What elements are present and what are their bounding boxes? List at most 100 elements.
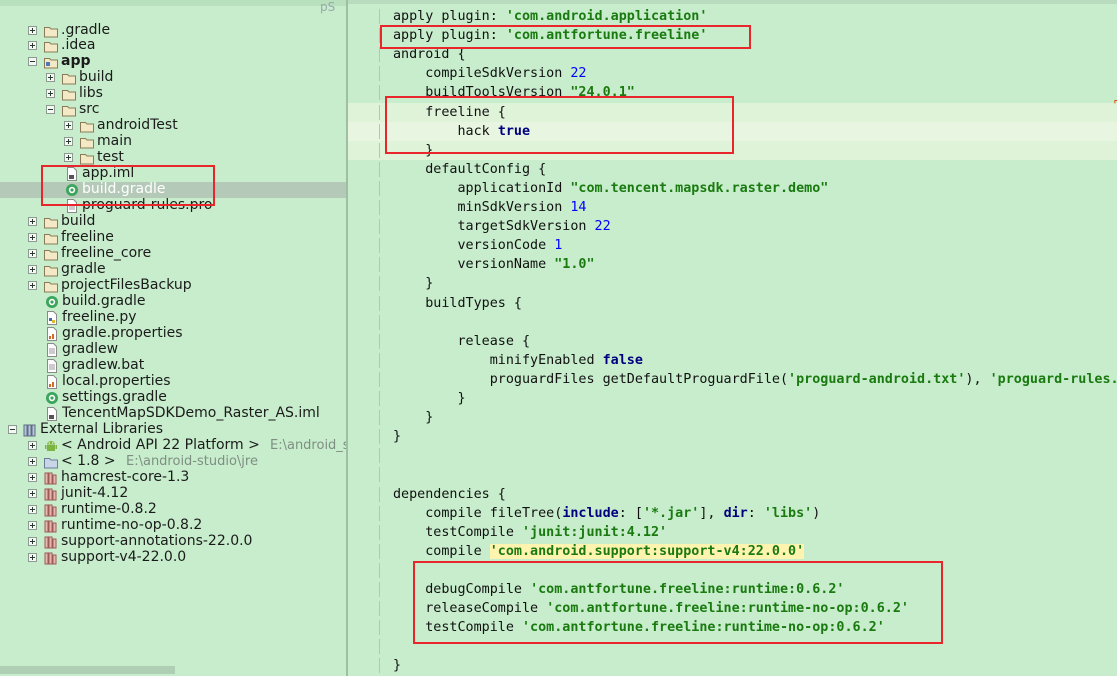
code-line[interactable]: } xyxy=(393,408,433,427)
tree-item[interactable]: build xyxy=(0,69,346,86)
gutter-fold-marker xyxy=(379,314,380,330)
tree-item[interactable]: junit-4.12 xyxy=(0,485,346,502)
tree-item[interactable]: gradlew.bat xyxy=(0,357,346,374)
expand-icon[interactable] xyxy=(28,249,37,258)
tree-item[interactable]: TencentMapSDKDemo_Raster_AS.iml xyxy=(0,405,346,422)
expand-icon[interactable] xyxy=(64,137,73,146)
python-file-icon xyxy=(44,310,60,326)
code-line[interactable]: freeline { xyxy=(393,103,506,122)
code-token: 'proguard-android.txt' xyxy=(788,371,966,387)
code-token: testCompile xyxy=(393,524,522,540)
tree-item[interactable]: support-annotations-22.0.0 xyxy=(0,533,346,550)
tree-item[interactable]: app.iml xyxy=(0,165,346,182)
code-line[interactable]: targetSdkVersion 22 xyxy=(393,217,610,236)
text-file-icon xyxy=(64,198,80,214)
code-line[interactable]: testCompile 'com.antfortune.freeline:run… xyxy=(393,618,885,637)
expand-icon[interactable] xyxy=(46,73,55,82)
tree-item[interactable]: settings.gradle xyxy=(0,389,346,406)
tree-item[interactable]: build xyxy=(0,213,346,230)
code-line[interactable]: debugCompile 'com.antfortune.freeline:ru… xyxy=(393,580,844,599)
tree-item[interactable]: .gradle xyxy=(0,22,346,39)
code-line[interactable]: } xyxy=(393,656,401,675)
tree-item[interactable]: main xyxy=(0,133,346,150)
code-line[interactable]: versionCode 1 xyxy=(393,236,562,255)
tree-item[interactable]: build.gradle xyxy=(0,293,346,310)
tree-item[interactable]: app xyxy=(0,53,346,70)
expand-icon[interactable] xyxy=(64,153,73,162)
code-token: versionName xyxy=(393,257,555,273)
expand-icon[interactable] xyxy=(28,537,37,546)
expand-icon[interactable] xyxy=(28,217,37,226)
tree-item[interactable]: freeline.py xyxy=(0,309,346,326)
tree-item[interactable]: local.properties xyxy=(0,373,346,390)
expand-icon[interactable] xyxy=(28,41,37,50)
code-editor[interactable]: apply plugin: 'com.android.application' a… xyxy=(348,0,1117,676)
code-line[interactable]: releaseCompile 'com.antfortune.freeline:… xyxy=(393,599,909,618)
expand-icon[interactable] xyxy=(28,473,37,482)
code-line[interactable]: android { xyxy=(393,45,466,64)
tree-item[interactable]: hamcrest-core-1.3 xyxy=(0,469,346,486)
expand-icon[interactable] xyxy=(46,89,55,98)
tree-item[interactable]: runtime-no-op-0.8.2 xyxy=(0,517,346,534)
code-line[interactable]: compile fileTree(include: ['*.jar'], dir… xyxy=(393,504,820,523)
collapse-icon[interactable] xyxy=(8,425,17,434)
code-line[interactable]: defaultConfig { xyxy=(393,160,546,179)
expand-icon[interactable] xyxy=(28,489,37,498)
expand-icon[interactable] xyxy=(64,121,73,130)
tree-item-label: main xyxy=(97,133,132,149)
expand-icon[interactable] xyxy=(28,441,37,450)
code-token: 'com.antfortune.freeline:runtime-no-op:0… xyxy=(546,601,909,617)
expand-icon[interactable] xyxy=(28,281,37,290)
code-line[interactable]: apply plugin: 'com.antfortune.freeline' xyxy=(393,26,707,45)
code-line[interactable]: versionName "1.0" xyxy=(393,255,594,274)
code-line[interactable]: apply plugin: 'com.android.application' xyxy=(393,7,707,26)
code-line[interactable]: minSdkVersion 14 xyxy=(393,198,586,217)
code-line[interactable]: } xyxy=(393,274,433,293)
code-line[interactable]: hack true xyxy=(393,122,530,141)
tree-item[interactable]: freeline_core xyxy=(0,245,346,262)
expand-icon[interactable] xyxy=(28,505,37,514)
code-line[interactable]: buildToolsVersion "24.0.1" xyxy=(393,83,635,102)
code-line[interactable]: applicationId "com.tencent.mapsdk.raster… xyxy=(393,179,828,198)
collapse-icon[interactable] xyxy=(28,57,37,66)
code-line[interactable]: } xyxy=(393,427,401,446)
tree-item[interactable]: build.gradle xyxy=(0,181,346,198)
expand-icon[interactable] xyxy=(28,26,37,35)
code-line[interactable]: buildTypes { xyxy=(393,294,522,313)
code-line[interactable]: testCompile 'junit:junit:4.12' xyxy=(393,523,667,542)
tree-item[interactable]: < Android API 22 Platform > E:\android_s xyxy=(0,437,346,454)
code-line[interactable]: dependencies { xyxy=(393,485,506,504)
tree-item[interactable]: External Libraries xyxy=(0,421,346,438)
tree-item[interactable]: gradle xyxy=(0,261,346,278)
tree-item[interactable]: test xyxy=(0,149,346,166)
tree-item[interactable]: androidTest xyxy=(0,117,346,134)
tree-item[interactable]: freeline xyxy=(0,229,346,246)
code-line[interactable]: } xyxy=(393,389,465,408)
tree-horizontal-scrollbar[interactable] xyxy=(0,666,175,674)
code-line[interactable]: compileSdkVersion 22 xyxy=(393,64,586,83)
tree-item[interactable]: runtime-0.8.2 xyxy=(0,501,346,518)
tree-item[interactable]: proguard-rules.pro xyxy=(0,197,346,214)
tree-item[interactable]: src xyxy=(0,101,346,118)
expand-icon[interactable] xyxy=(28,457,37,466)
tree-item[interactable]: libs xyxy=(0,85,346,102)
collapse-icon[interactable] xyxy=(46,105,55,114)
expand-icon[interactable] xyxy=(28,233,37,242)
tree-item[interactable]: < 1.8 > E:\android-studio\jre xyxy=(0,453,346,470)
tree-item[interactable]: .idea xyxy=(0,37,346,54)
tree-item[interactable]: support-v4-22.0.0 xyxy=(0,549,346,566)
tree-item[interactable]: gradle.properties xyxy=(0,325,346,342)
tree-item[interactable]: gradlew xyxy=(0,341,346,358)
code-line[interactable]: compile 'com.android.support:support-v4:… xyxy=(393,542,805,561)
project-tree-panel[interactable]: pS .gradle .idea app build libs src androidTes… xyxy=(0,0,346,676)
code-line[interactable]: release { xyxy=(393,332,530,351)
expand-icon[interactable] xyxy=(28,521,37,530)
code-line[interactable]: proguardFiles getDefaultProguardFile('pr… xyxy=(393,370,1117,389)
code-token: '*.jar' xyxy=(642,505,700,521)
expand-icon[interactable] xyxy=(28,553,37,562)
code-line[interactable]: minifyEnabled false xyxy=(393,351,643,370)
gutter-fold-marker xyxy=(379,104,380,120)
expand-icon[interactable] xyxy=(28,265,37,274)
tree-item[interactable]: projectFilesBackup xyxy=(0,277,346,294)
code-line[interactable]: } xyxy=(393,141,433,160)
